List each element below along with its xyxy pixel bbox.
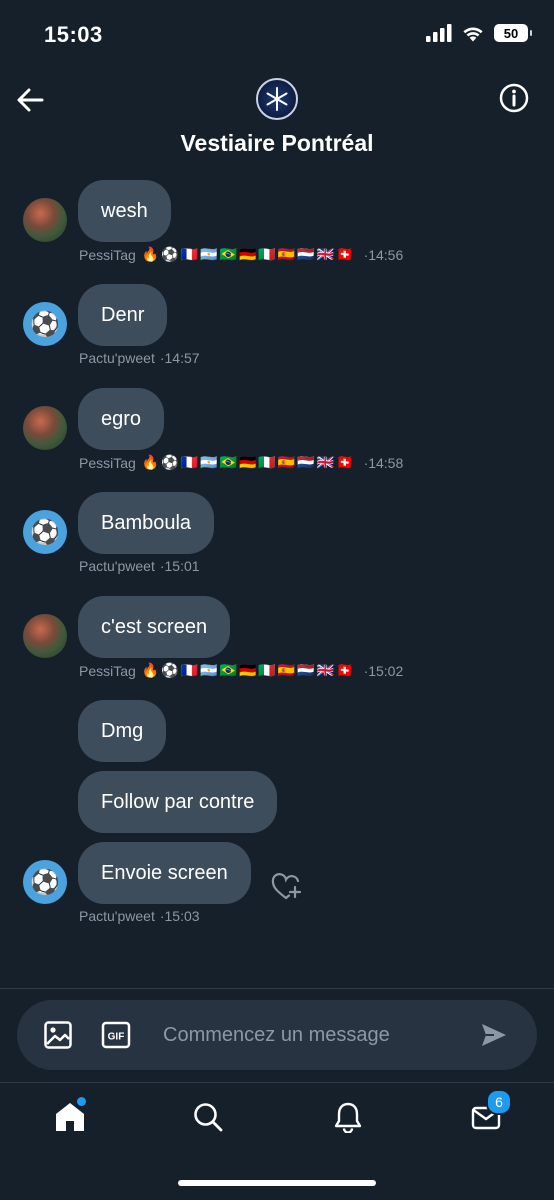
send-button[interactable] [479, 1020, 509, 1050]
status-bar: 15:03 50 [0, 0, 554, 70]
sender-name: PessiTag [79, 246, 136, 263]
home-indicator [178, 1180, 376, 1186]
message-bubble[interactable]: wesh [78, 180, 171, 242]
soccer-ball-icon: ⚽ [30, 868, 60, 896]
group-avatar[interactable] [256, 78, 298, 120]
signal-icon [426, 24, 452, 42]
svg-text:GIF: GIF [108, 1032, 125, 1043]
send-icon [482, 1024, 506, 1046]
message-meta: PessiTag 🔥⚽🇫🇷🇦🇷🇧🇷🇩🇪🇮🇹🇪🇸🇳🇱🇬🇧🇨🇭 ·14:58 [79, 454, 403, 471]
search-icon [194, 1103, 223, 1132]
message-bubble[interactable]: Bamboula [78, 492, 215, 554]
back-arrow-icon [17, 88, 44, 112]
bell-icon [334, 1102, 362, 1133]
message-time: ·14:57 [159, 350, 200, 366]
message-meta: PessiTag 🔥⚽🇫🇷🇦🇷🇧🇷🇩🇪🇮🇹🇪🇸🇳🇱🇬🇧🇨🇭 ·15:02 [79, 662, 403, 679]
gif-button[interactable]: GIF [101, 1021, 131, 1049]
wifi-icon [463, 26, 483, 41]
image-button[interactable] [43, 1020, 73, 1050]
status-icons: 50 [426, 24, 532, 42]
message-bubble[interactable]: Dmg [78, 700, 167, 762]
message-bubble[interactable]: egro [78, 388, 165, 450]
message-meta: Pactu'pweet ·14:57 [79, 350, 200, 366]
snowflake-logo-icon [266, 87, 288, 111]
image-icon [44, 1021, 72, 1049]
sender-emojis: 🔥⚽🇫🇷🇦🇷🇧🇷🇩🇪🇮🇹🇪🇸🇳🇱🇬🇧🇨🇭 [141, 662, 356, 678]
message-meta: Pactu'pweet ·15:03 [79, 908, 200, 924]
sender-name: PessiTag [79, 454, 136, 471]
sender-emojis: 🔥⚽🇫🇷🇦🇷🇧🇷🇩🇪🇮🇹🇪🇸🇳🇱🇬🇧🇨🇭 [141, 454, 356, 470]
message-time: ·14:58 [363, 454, 404, 471]
sender-avatar[interactable] [23, 198, 67, 242]
back-button[interactable] [14, 84, 46, 116]
sender-name: Pactu'pweet [79, 908, 155, 924]
sender-name: Pactu'pweet [79, 350, 155, 366]
nav-home[interactable] [50, 1097, 90, 1137]
message-time: ·14:56 [363, 246, 404, 263]
message-bubble[interactable]: c'est screen [78, 596, 231, 658]
react-button[interactable] [270, 871, 302, 903]
info-button[interactable] [498, 82, 530, 114]
message-bubble[interactable]: Denr [78, 284, 168, 346]
message-meta: Pactu'pweet ·15:01 [79, 558, 200, 574]
nav-messages[interactable]: 6 [466, 1089, 512, 1137]
soccer-ball-icon: ⚽ [30, 310, 60, 338]
message-time: ·15:02 [363, 662, 404, 679]
conversation-title: Vestiaire Pontréal [180, 130, 374, 156]
composer-divider [0, 988, 554, 989]
message-time: ·15:01 [159, 558, 200, 574]
sender-avatar[interactable] [23, 406, 67, 450]
battery-indicator: 50 [494, 24, 532, 42]
nav-search[interactable] [188, 1097, 228, 1137]
home-notification-dot [77, 1097, 86, 1106]
sender-avatar[interactable]: ⚽ [23, 860, 67, 904]
message-input[interactable] [163, 1020, 463, 1050]
messages-badge: 6 [486, 1089, 512, 1115]
message-composer: GIF [17, 1000, 537, 1070]
heart-plus-icon [271, 873, 302, 900]
message-meta: PessiTag 🔥⚽🇫🇷🇦🇷🇧🇷🇩🇪🇮🇹🇪🇸🇳🇱🇬🇧🇨🇭 ·14:56 [79, 246, 403, 263]
message-time: ·15:03 [159, 908, 200, 924]
sender-emojis: 🔥⚽🇫🇷🇦🇷🇧🇷🇩🇪🇮🇹🇪🇸🇳🇱🇬🇧🇨🇭 [141, 246, 356, 262]
sender-avatar[interactable] [23, 614, 67, 658]
message-bubble[interactable]: Envoie screen [78, 842, 251, 904]
info-icon [499, 83, 529, 113]
status-time: 15:03 [44, 22, 103, 47]
conversation-header: Vestiaire Pontréal [0, 70, 554, 170]
nav-notifications[interactable] [328, 1097, 368, 1137]
gif-icon: GIF [101, 1021, 131, 1049]
sender-avatar[interactable]: ⚽ [23, 510, 67, 554]
message-bubble[interactable]: Follow par contre [78, 771, 278, 833]
soccer-ball-icon: ⚽ [30, 518, 60, 546]
sender-name: Pactu'pweet [79, 558, 155, 574]
sender-avatar[interactable]: ⚽ [23, 302, 67, 346]
sender-name: PessiTag [79, 662, 136, 679]
